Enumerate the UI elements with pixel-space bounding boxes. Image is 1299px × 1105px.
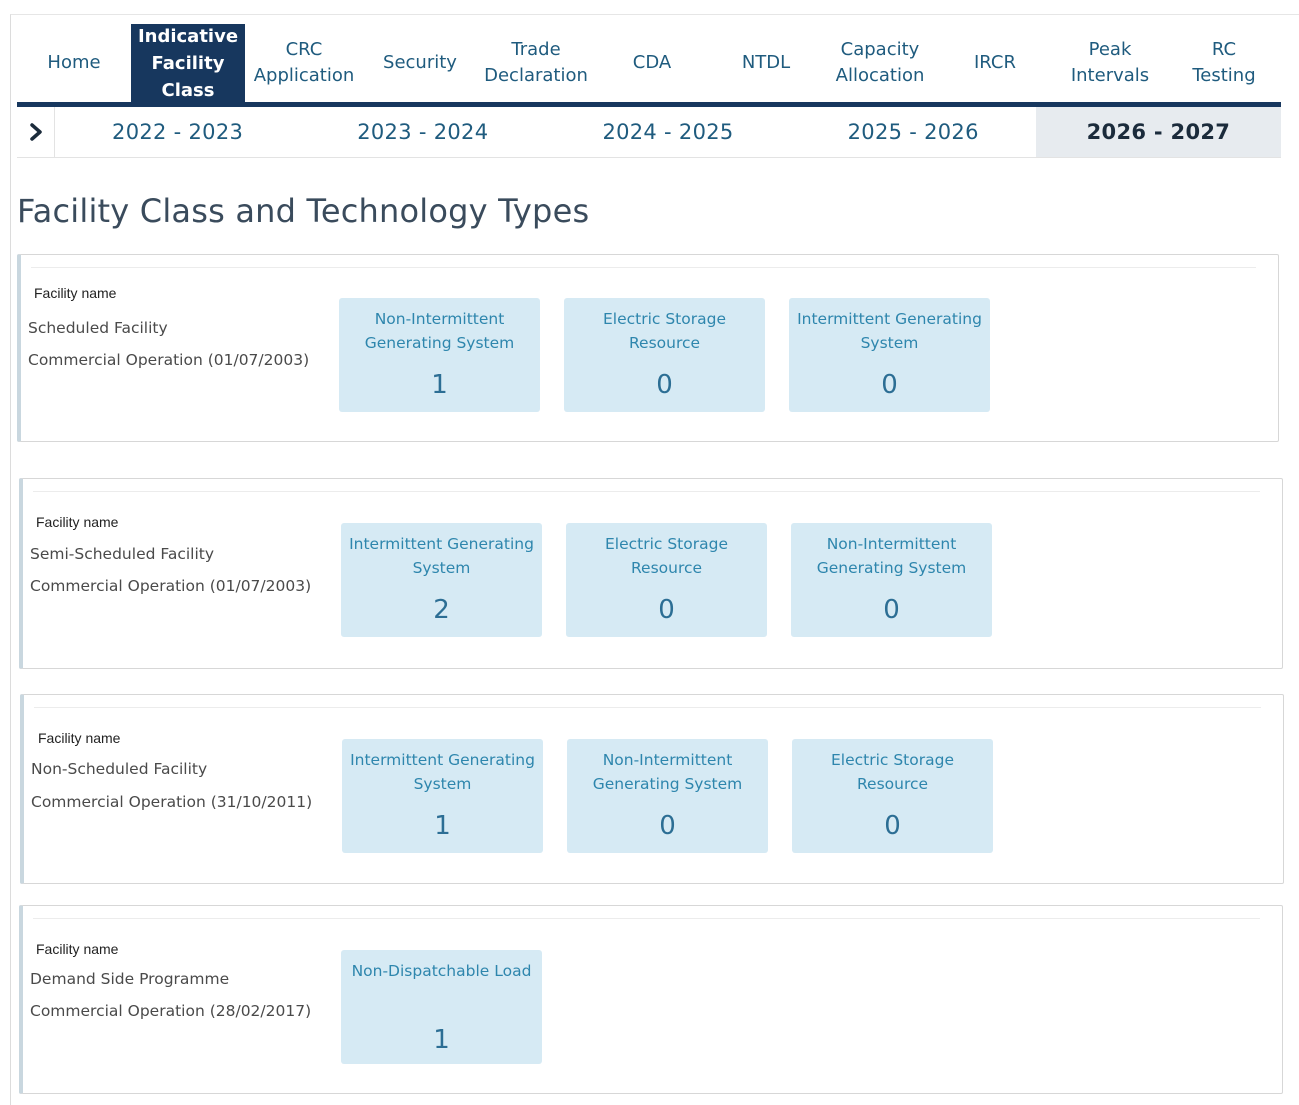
tech-tile-name: Non-Intermittent Generating System (364, 310, 515, 352)
nav-item-label: NTDL (741, 52, 791, 73)
nav-item-label: Home (47, 52, 101, 73)
nav-peak-intervals[interactable]: Peak Intervals (1053, 24, 1167, 102)
tech-tile-non-dispatchable-load[interactable]: Non-Dispatchable Load 1 (341, 950, 542, 1064)
nav-cda[interactable]: CDA (595, 24, 709, 102)
facility-panel-scheduled: Facility name Scheduled Facility Commerc… (17, 254, 1279, 442)
nav-item-label: CDA (632, 52, 672, 73)
facility-name-label: Facility name (36, 514, 119, 530)
commercial-operation-date: Commercial Operation (01/07/2003) (28, 351, 310, 369)
nav-item-label: CRC Application (253, 39, 355, 86)
tech-tile-electric-storage-resource[interactable]: Electric Storage Resource 0 (792, 739, 993, 853)
tech-tile-electric-storage-resource[interactable]: Electric Storage Resource 0 (564, 298, 765, 412)
commercial-operation-date: Commercial Operation (01/07/2003) (30, 577, 312, 595)
tech-tile-count: 1 (431, 370, 448, 400)
year-2025-2026[interactable]: 2025 - 2026 (791, 107, 1036, 157)
tech-tile-name: Non-Dispatchable Load (351, 962, 532, 980)
panel-divider (34, 707, 1261, 708)
year-2023-2024[interactable]: 2023 - 2024 (300, 107, 545, 157)
tech-tile-non-intermittent-generating-system[interactable]: Non-Intermittent Generating System 0 (791, 523, 992, 637)
nav-security[interactable]: Security (363, 24, 477, 102)
tech-tile-count: 0 (884, 811, 901, 841)
facility-name: Demand Side Programme (30, 970, 230, 988)
page-title: Facility Class and Technology Types (17, 192, 590, 230)
tech-tile-name: Non-Intermittent Generating System (816, 535, 967, 577)
nav-item-label: Indicative Facility Class (137, 25, 239, 101)
facility-name: Scheduled Facility (28, 319, 168, 337)
nav-ircr[interactable]: IRCR (937, 24, 1053, 102)
tech-tile-name: Intermittent Generating System (797, 310, 982, 352)
nav-trade-declaration[interactable]: Trade Declaration (477, 24, 595, 102)
tech-tile-count: 0 (881, 370, 898, 400)
nav-item-label: Security (383, 52, 457, 73)
tech-tile-name: Electric Storage Resource (602, 310, 726, 352)
nav-item-label: RC Testing (1192, 39, 1256, 86)
year-2026-2027[interactable]: 2026 - 2027 (1035, 107, 1282, 157)
nav-capacity-allocation[interactable]: Capacity Allocation (823, 24, 937, 102)
tech-tile-non-intermittent-generating-system[interactable]: Non-Intermittent Generating System 0 (567, 739, 768, 853)
tech-tile-count: 2 (433, 595, 450, 625)
year-selector: 2022 - 2023 2023 - 2024 2024 - 2025 2025… (17, 107, 1282, 158)
tech-tile-count: 0 (883, 595, 900, 625)
main-nav: Home Indicative Facility Class CRC Applicat… (17, 24, 1281, 102)
nav-item-label: Trade Declaration (484, 39, 588, 86)
panel-divider (31, 267, 1256, 268)
nav-item-label: IRCR (974, 52, 1016, 73)
commercial-operation-date: Commercial Operation (31/10/2011) (31, 793, 313, 811)
technology-tiles: Intermittent Generating System 2 Electri… (341, 523, 992, 637)
tech-tile-intermittent-generating-system[interactable]: Intermittent Generating System 0 (789, 298, 990, 412)
technology-tiles: Non-Dispatchable Load 1 (341, 950, 542, 1064)
facility-panel-non-scheduled: Facility name Non-Scheduled Facility Com… (20, 694, 1284, 884)
facility-name: Non-Scheduled Facility (31, 760, 208, 778)
tech-tile-name: Intermittent Generating System (349, 535, 534, 577)
technology-tiles: Non-Intermittent Generating System 1 Ele… (339, 298, 990, 412)
facility-panel-demand-side-programme: Facility name Demand Side Programme Comm… (19, 905, 1283, 1094)
tech-tile-count: 0 (656, 370, 673, 400)
nav-indicative-facility-class[interactable]: Indicative Facility Class (131, 24, 245, 102)
facility-name: Semi-Scheduled Facility (30, 545, 215, 563)
nav-item-label: Peak Intervals (1070, 39, 1150, 86)
year-2024-2025[interactable]: 2024 - 2025 (545, 107, 790, 157)
tech-tile-non-intermittent-generating-system[interactable]: Non-Intermittent Generating System 1 (339, 298, 540, 412)
nav-ntdl[interactable]: NTDL (709, 24, 823, 102)
nav-crc-application[interactable]: CRC Application (245, 24, 363, 102)
tech-tile-count: 1 (433, 1025, 450, 1055)
nav-rc-testing[interactable]: RC Testing (1167, 24, 1281, 102)
panel-divider (33, 918, 1260, 919)
tech-tile-name: Intermittent Generating System (350, 751, 535, 793)
facility-name-label: Facility name (34, 285, 117, 301)
technology-tiles: Intermittent Generating System 1 Non-Int… (342, 739, 993, 853)
commercial-operation-date: Commercial Operation (28/02/2017) (30, 1002, 312, 1020)
tech-tile-count: 1 (434, 811, 451, 841)
facility-name-label: Facility name (38, 730, 121, 746)
tech-tile-count: 0 (659, 811, 676, 841)
nav-item-label: Capacity Allocation (835, 39, 925, 86)
chevron-right-icon[interactable] (17, 107, 55, 157)
nav-home[interactable]: Home (17, 24, 131, 102)
year-2022-2023[interactable]: 2022 - 2023 (55, 107, 300, 157)
tech-tile-count: 0 (658, 595, 675, 625)
panel-divider (33, 491, 1260, 492)
facility-panel-semi-scheduled: Facility name Semi-Scheduled Facility Co… (19, 478, 1283, 669)
tech-tile-name: Electric Storage Resource (830, 751, 954, 793)
facility-name-label: Facility name (36, 941, 119, 957)
tech-tile-intermittent-generating-system[interactable]: Intermittent Generating System 1 (342, 739, 543, 853)
tech-tile-name: Non-Intermittent Generating System (592, 751, 743, 793)
tech-tile-name: Electric Storage Resource (604, 535, 728, 577)
tech-tile-electric-storage-resource[interactable]: Electric Storage Resource 0 (566, 523, 767, 637)
tech-tile-intermittent-generating-system[interactable]: Intermittent Generating System 2 (341, 523, 542, 637)
